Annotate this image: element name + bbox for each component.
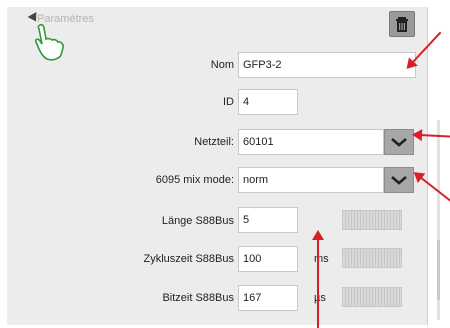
laenge-slider[interactable] xyxy=(342,210,402,230)
netzteil-label: Netzteil: xyxy=(194,136,234,148)
delete-button[interactable] xyxy=(389,11,415,37)
callout-arrow-sliders xyxy=(317,238,319,328)
nom-field[interactable]: GFP3-2 xyxy=(238,52,416,78)
bitzeit-field[interactable]: 167 xyxy=(238,285,298,311)
mix-mode-dropdown-button[interactable] xyxy=(384,167,414,193)
scrollbar-thumb[interactable] xyxy=(437,240,440,300)
bitzeit-label: Bitzeit S88Bus xyxy=(162,292,234,304)
nom-label: Nom xyxy=(210,59,234,71)
bitzeit-slider[interactable] xyxy=(342,287,402,307)
netzteil-select[interactable]: 60101 xyxy=(238,129,384,155)
chevron-down-icon xyxy=(391,138,407,147)
laenge-label: Länge S88Bus xyxy=(161,215,234,227)
mix-mode-select[interactable]: norm xyxy=(238,167,384,193)
zyklus-label: Zykluszeit S88Bus xyxy=(143,253,234,265)
laenge-field[interactable]: 5 xyxy=(238,207,298,233)
id-field[interactable]: 4 xyxy=(238,89,298,115)
id-label: ID xyxy=(223,96,234,108)
zyklus-slider[interactable] xyxy=(342,248,402,268)
trash-icon xyxy=(396,17,408,32)
mix-mode-label: 6095 mix mode: xyxy=(155,174,234,186)
hand-pointer-icon xyxy=(35,23,64,61)
bitzeit-unit: µs xyxy=(314,292,326,304)
netzteil-dropdown-button[interactable] xyxy=(384,129,414,155)
zyklus-field[interactable]: 100 xyxy=(238,246,298,272)
chevron-down-icon xyxy=(391,176,407,185)
